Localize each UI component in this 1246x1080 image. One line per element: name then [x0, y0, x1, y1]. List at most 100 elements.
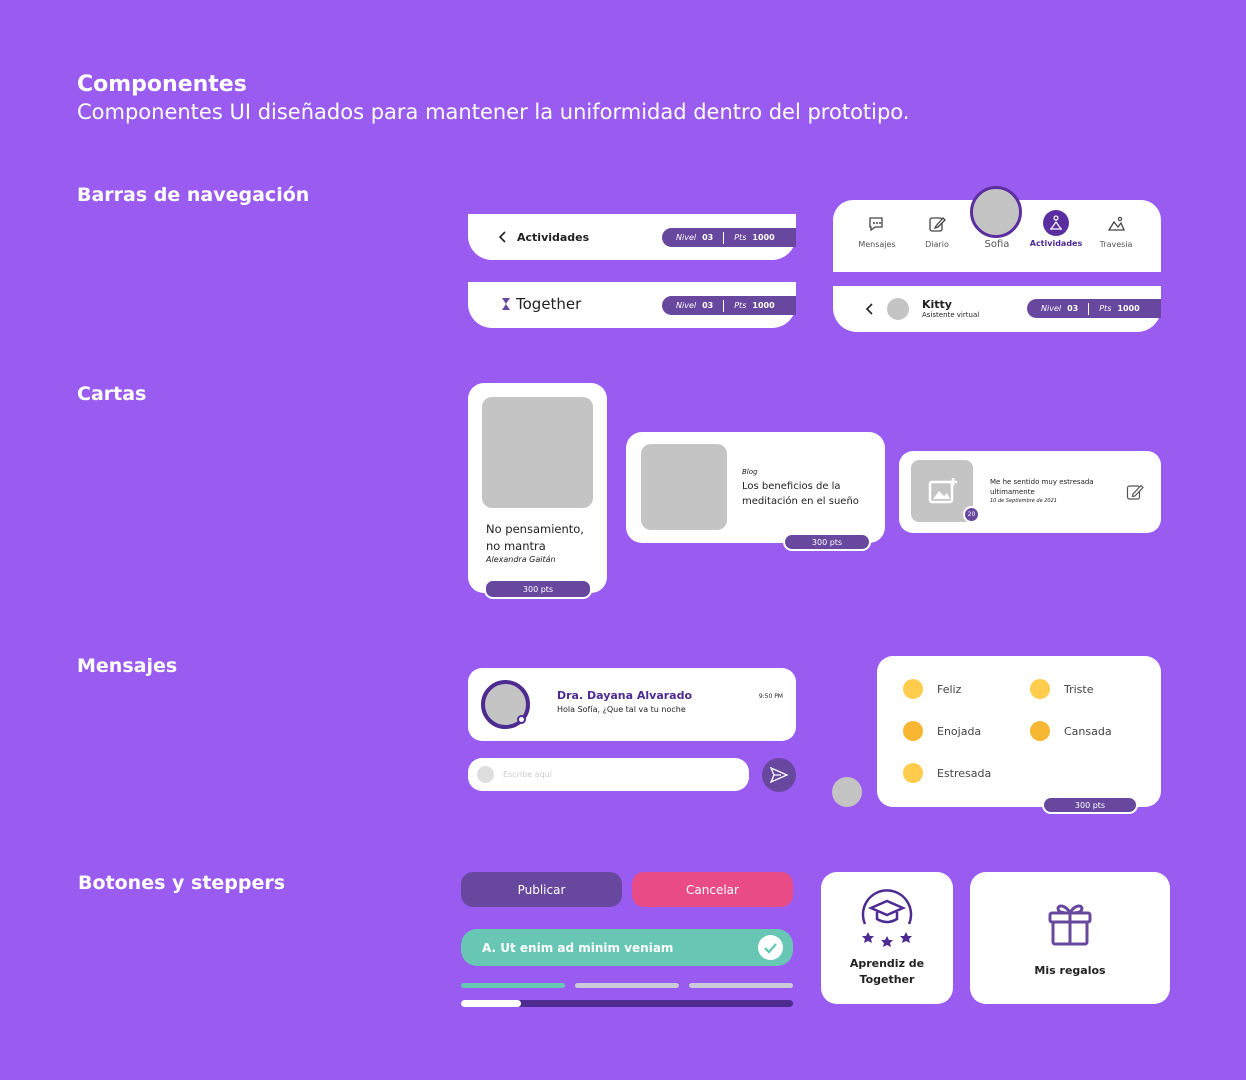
message-time: 9:50 PM: [758, 693, 783, 700]
section-title-cards: Cartas: [77, 383, 147, 405]
divider: [723, 231, 725, 244]
tab-diario[interactable]: Diario: [907, 214, 967, 249]
points-badge: 300 pts: [484, 579, 592, 599]
avatar: [887, 298, 909, 320]
content-card-horizontal[interactable]: Blog Los beneficios de la meditación en …: [626, 432, 885, 551]
cancel-button[interactable]: Cancelar: [632, 872, 793, 907]
level-value: 03: [702, 301, 714, 310]
tab-label: Diario: [925, 240, 949, 249]
level-label: Nivel: [676, 301, 697, 310]
message-preview[interactable]: Dra. Dayana Alvarado 9:50 PM Hola Sofía,…: [468, 668, 796, 741]
edit-icon[interactable]: [1126, 483, 1144, 501]
happy-emoji-icon: [903, 679, 923, 699]
step-indicator: [461, 983, 793, 988]
avatar[interactable]: [970, 186, 1022, 238]
navbar-activities: Actividades Nivel 03 Pts 1000: [468, 214, 796, 260]
points-label: Pts: [734, 233, 747, 242]
card-title: No pensamiento, no mantra: [486, 522, 584, 553]
page-title: Componentes: [77, 72, 247, 97]
message-input[interactable]: Escribe aquí: [468, 758, 749, 791]
tile-label: Aprendiz de Together: [849, 957, 925, 986]
gift-icon: [1048, 904, 1092, 946]
navbar-title: Actividades: [517, 231, 590, 244]
send-icon: [769, 766, 789, 784]
mood-option-enojada[interactable]: Enojada: [903, 721, 981, 741]
tab-mensajes[interactable]: Mensajes: [847, 214, 907, 249]
avatar: [832, 777, 862, 807]
tab-sofia[interactable]: Sofia: [967, 239, 1027, 250]
step-segment: [575, 983, 679, 988]
divider: [723, 299, 725, 312]
image-placeholder: [641, 444, 727, 530]
message-preview-text: Hola Sofía, ¿Que tal va tu noche: [557, 705, 686, 714]
section-title-messages: Mensajes: [77, 655, 178, 677]
mood-selector: Feliz Triste Enojada Cansada Estresada 3…: [877, 656, 1161, 814]
tab-travesia[interactable]: Travesia: [1086, 214, 1146, 249]
mood-option-feliz[interactable]: Feliz: [903, 679, 961, 699]
sender-name: Dra. Dayana Alvarado: [557, 689, 693, 702]
entry-date: 10 de Septiembre de 2021: [990, 498, 1057, 504]
progress-bar: [461, 1000, 793, 1007]
tab-label: Travesia: [1099, 240, 1133, 249]
emoji-icon[interactable]: [477, 766, 494, 783]
journal-entry-card[interactable]: 20 Me he sentido muy estresada ultimamen…: [899, 451, 1161, 533]
level-points-pill: Nivel 03 Pts 1000: [662, 228, 796, 247]
stressed-emoji-icon: [903, 763, 923, 783]
page-subtitle: Componentes UI diseñados para mantener l…: [77, 100, 910, 124]
send-button[interactable]: [762, 758, 796, 792]
status-indicator: [517, 715, 526, 724]
check-icon: [758, 935, 783, 960]
points-label: Pts: [734, 301, 747, 310]
chevron-left-icon[interactable]: [863, 301, 877, 317]
tab-label: Sofia: [984, 239, 1010, 250]
journey-icon: [1107, 216, 1125, 231]
mood-label: Feliz: [937, 682, 962, 696]
content-card-vertical[interactable]: No pensamiento, no mantra Alexandra Gait…: [468, 383, 607, 599]
level-label: Nivel: [676, 233, 697, 242]
level-label: Nivel: [1041, 304, 1062, 313]
divider: [1088, 302, 1090, 315]
mood-label: Triste: [1064, 682, 1094, 696]
crying-emoji-icon: [1030, 679, 1050, 699]
step-segment-done: [461, 983, 565, 988]
points-value: 1000: [1117, 304, 1140, 313]
answer-option-selected[interactable]: A. Ut enim ad minim veniam: [461, 929, 793, 966]
points-badge: 300 pts: [1042, 796, 1138, 814]
add-image-icon: [928, 478, 957, 504]
mood-option-estresada[interactable]: Estresada: [903, 763, 991, 783]
mood-option-triste[interactable]: Triste: [1030, 679, 1094, 699]
section-title-buttons: Botones y steppers: [78, 872, 286, 894]
entry-text: Me he sentido muy estresada ultimamente: [990, 478, 1094, 496]
graduation-badge-icon: [861, 889, 913, 947]
chat-icon: [869, 217, 883, 232]
edit-icon: [929, 217, 946, 232]
count-badge: 20: [963, 506, 980, 523]
image-placeholder: [482, 397, 593, 508]
tab-actividades[interactable]: Actividades: [1026, 210, 1086, 248]
chevron-left-icon[interactable]: [496, 229, 510, 245]
navbar-together: Together Nivel 03 Pts 1000: [468, 282, 796, 328]
level-value: 03: [1067, 304, 1079, 313]
mood-label: Cansada: [1064, 724, 1112, 738]
mood-label: Enojada: [937, 724, 982, 738]
tab-label: Mensajes: [858, 240, 896, 249]
tile-label: Mis regalos: [1034, 964, 1106, 977]
mood-option-cansada[interactable]: Cansada: [1030, 721, 1112, 741]
card-title: Los beneficios de la meditación en el su…: [742, 481, 859, 507]
meditation-icon: [1043, 210, 1069, 236]
input-placeholder: Escribe aquí: [503, 770, 552, 779]
points-value: 1000: [752, 301, 775, 310]
gifts-tile[interactable]: Mis regalos: [970, 872, 1170, 1004]
publish-button[interactable]: Publicar: [461, 872, 622, 907]
points-value: 1000: [752, 233, 775, 242]
step-segment: [689, 983, 793, 988]
level-value: 03: [702, 233, 714, 242]
chat-header-bar: Kitty Asistente virtual Nivel 03 Pts 100…: [833, 286, 1161, 332]
angry-emoji-icon: [903, 721, 923, 741]
card-author: Alexandra Gaitán: [486, 555, 556, 564]
level-points-pill: Nivel 03 Pts 1000: [1027, 299, 1161, 318]
points-badge: 300 pts: [783, 533, 871, 551]
level-points-pill: Nivel 03 Pts 1000: [662, 296, 796, 315]
tab-label: Actividades: [1029, 239, 1083, 248]
learner-badge-tile[interactable]: Aprendiz de Together: [821, 872, 953, 1004]
